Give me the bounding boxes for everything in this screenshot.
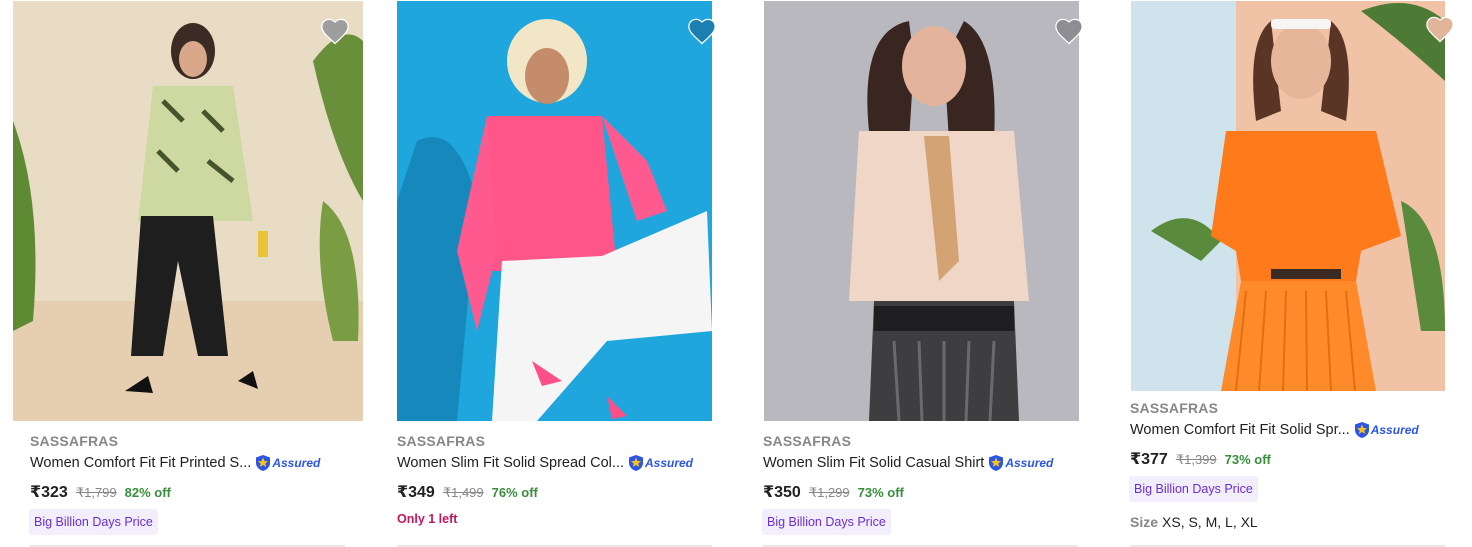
- product-image[interactable]: [13, 1, 363, 421]
- product-price: ₹350: [763, 484, 801, 501]
- product-price: ₹349: [397, 484, 435, 501]
- price-row: ₹377 ₹1,399 73% off: [1130, 449, 1271, 469]
- product-mrp: ₹1,799: [75, 485, 117, 500]
- assured-shield-icon: [1354, 422, 1369, 438]
- product-mrp: ₹1,499: [442, 485, 484, 500]
- product-title[interactable]: Women Slim Fit Solid Casual Shirt: [763, 455, 984, 471]
- size-options: Size XS, S, M, L, XL: [1130, 514, 1258, 530]
- wishlist-heart-icon[interactable]: [1054, 17, 1084, 45]
- size-values: XS, S, M, L, XL: [1162, 514, 1258, 530]
- big-billion-days-badge: Big Billion Days Price: [1129, 476, 1258, 502]
- product-title-row[interactable]: Women Slim Fit Solid Casual Shirt Assure…: [763, 454, 1053, 472]
- assured-shield-icon: [989, 455, 1004, 471]
- assured-label: Assured: [644, 456, 694, 470]
- stock-note: Only 1 left: [397, 512, 458, 526]
- size-label: Size: [1130, 514, 1159, 530]
- product-card[interactable]: SASSAFRAS Women Comfort Fit Fit Solid Sp…: [1120, 0, 1472, 547]
- product-image[interactable]: [397, 1, 712, 421]
- product-price: ₹377: [1130, 451, 1168, 468]
- assured-badge: Assured: [988, 454, 1053, 472]
- product-title[interactable]: Women Comfort Fit Fit Solid Spr...: [1130, 422, 1350, 438]
- product-card[interactable]: SASSAFRAS Women Comfort Fit Fit Printed …: [0, 0, 370, 547]
- big-billion-days-badge: Big Billion Days Price: [762, 509, 891, 535]
- product-mrp: ₹1,399: [1175, 452, 1217, 467]
- product-discount: 73% off: [857, 485, 904, 500]
- product-title[interactable]: Women Slim Fit Solid Spread Col...: [397, 455, 624, 471]
- product-image[interactable]: [1131, 1, 1445, 391]
- product-price: ₹323: [30, 484, 68, 501]
- product-discount: 82% off: [124, 485, 171, 500]
- assured-badge: Assured: [1354, 421, 1419, 439]
- product-mrp: ₹1,299: [808, 485, 850, 500]
- product-card[interactable]: SASSAFRAS Women Slim Fit Solid Spread Co…: [380, 0, 750, 547]
- assured-badge: Assured: [628, 454, 693, 472]
- product-discount: 76% off: [491, 485, 538, 500]
- assured-label: Assured: [272, 456, 321, 470]
- price-row: ₹350 ₹1,299 73% off: [763, 482, 904, 502]
- product-brand: SASSAFRAS: [1130, 400, 1219, 416]
- product-title-row[interactable]: Women Comfort Fit Fit Printed S... Assur…: [30, 454, 320, 472]
- product-brand: SASSAFRAS: [30, 433, 119, 449]
- assured-badge: Assured: [255, 454, 320, 472]
- assured-label: Assured: [1370, 423, 1419, 437]
- product-card[interactable]: SASSAFRAS Women Slim Fit Solid Casual Sh…: [750, 0, 1120, 547]
- product-title[interactable]: Women Comfort Fit Fit Printed S...: [30, 455, 251, 471]
- wishlist-heart-icon[interactable]: [687, 17, 717, 45]
- assured-label: Assured: [1005, 456, 1054, 470]
- price-row: ₹323 ₹1,799 82% off: [30, 482, 171, 502]
- product-title-row[interactable]: Women Comfort Fit Fit Solid Spr... Assur…: [1130, 421, 1419, 439]
- product-title-row[interactable]: Women Slim Fit Solid Spread Col... Assur…: [397, 454, 693, 472]
- price-row: ₹349 ₹1,499 76% off: [397, 482, 538, 502]
- product-brand: SASSAFRAS: [397, 433, 486, 449]
- wishlist-heart-icon[interactable]: [1425, 15, 1455, 43]
- wishlist-heart-icon[interactable]: [320, 17, 350, 45]
- big-billion-days-badge: Big Billion Days Price: [29, 509, 158, 535]
- assured-shield-icon: [256, 455, 271, 471]
- product-discount: 73% off: [1224, 452, 1271, 467]
- product-brand: SASSAFRAS: [763, 433, 852, 449]
- assured-shield-icon: [628, 455, 643, 471]
- product-image[interactable]: [764, 1, 1079, 421]
